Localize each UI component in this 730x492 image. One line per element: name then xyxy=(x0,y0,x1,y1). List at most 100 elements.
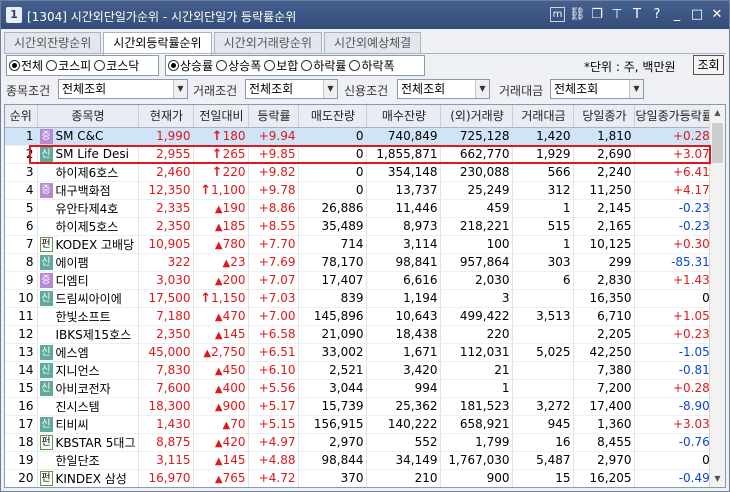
pin-icon[interactable]: ⊤ xyxy=(609,6,625,24)
name-cell[interactable]: 유안타제4호 xyxy=(37,199,140,218)
direction-radio-3[interactable]: 하락률 xyxy=(301,57,346,74)
name-cell[interactable]: 신 SM Life Desi xyxy=(37,145,140,164)
market-radio-2[interactable]: 코스닥 xyxy=(94,57,139,74)
column-header[interactable]: 전일대비 xyxy=(193,105,250,128)
market-radio-0[interactable]: 전체 xyxy=(9,57,43,74)
rate-cell: +4.97 xyxy=(248,433,300,452)
market-radio-1[interactable]: 코스피 xyxy=(46,57,91,74)
up-triangle-icon: ▲ xyxy=(214,240,223,251)
rank-cell: 9 xyxy=(5,271,38,290)
column-header[interactable]: 현재가 xyxy=(138,105,195,128)
table-row[interactable]: 5 유안타제4호 2,335 ▲190 +8.86 26,886 11,446 459 1 2,1… xyxy=(5,199,714,218)
table-row[interactable]: 15 신 아비코전자 7,600 ▲400 +5.56 3,044 994 1 7,200 +0.2… xyxy=(5,379,714,398)
column-header[interactable]: 매도잔량 xyxy=(298,105,368,128)
minimize-icon[interactable]: _ xyxy=(669,6,685,24)
rank-cell: 5 xyxy=(5,199,38,218)
tab-2[interactable]: 시간외거래량순위 xyxy=(213,32,322,54)
name-cell[interactable]: 증 SM C&C xyxy=(37,127,140,146)
tab-1[interactable]: 시간외등락률순위 xyxy=(103,32,212,55)
name-cell[interactable]: 펀 KODEX 고배당 xyxy=(37,235,140,254)
table-row[interactable]: 17 신 티비씨 1,430 ▲70 +5.15 156,915 140,222 658,921… xyxy=(5,415,714,434)
tab-0[interactable]: 시간외잔량순위 xyxy=(4,32,102,54)
maximize-icon[interactable]: □ xyxy=(689,6,705,24)
table-row[interactable]: 8 신 에이팸 322 ▲23 +7.69 78,170 98,841 957,864 303 29… xyxy=(5,253,714,272)
m-icon[interactable]: m xyxy=(550,7,565,22)
volume-cell: 1,767,030 xyxy=(440,451,514,470)
table-row[interactable]: 7 펀 KODEX 고배당 10,905 ▲780 +7.70 714 3,114 100 1 10… xyxy=(5,235,714,254)
close-price-cell: 2,970 xyxy=(573,451,636,470)
table-row[interactable]: 10 신 드림씨아이에 17,500 ↑1,150 +7.03 839 1,194 3 16,35… xyxy=(5,289,714,308)
table-row[interactable]: 16 진시스템 18,300 ▲900 +5.17 15,739 25,362 181,523… xyxy=(5,397,714,416)
close-rate-cell: 0 xyxy=(634,289,714,308)
search-button[interactable]: 조회 xyxy=(693,55,724,75)
table-row[interactable]: 1 증 SM C&C 1,990 ↑180 +9.94 0 740,849 725,128 1,4… xyxy=(5,127,714,146)
stock-condition-select[interactable]: 전체조회 ▼ xyxy=(58,79,188,99)
trade-condition-select[interactable]: 전체조회 ▼ xyxy=(245,79,338,99)
rank-cell: 16 xyxy=(5,397,38,416)
table-row[interactable]: 3 하이제6호스 2,460 ↑220 +9.82 0 354,148 230,088 566 2… xyxy=(5,163,714,182)
table-row[interactable]: 12 IBKS제15호스 2,350 ▲145 +6.58 21,090 18,438 220… xyxy=(5,325,714,344)
name-cell[interactable]: 신 에스엠 xyxy=(37,343,140,362)
stock-name: 티비씨 xyxy=(55,417,89,432)
amount-cell: 312 xyxy=(512,181,575,200)
name-cell[interactable]: 진시스템 xyxy=(37,397,140,416)
name-cell[interactable]: 한일단조 xyxy=(37,451,140,470)
column-header[interactable]: 순위 xyxy=(5,105,38,128)
name-cell[interactable]: 신 에이팸 xyxy=(37,253,140,272)
T-icon[interactable]: T xyxy=(629,6,645,24)
name-cell[interactable]: 신 드림씨아이에 xyxy=(37,289,140,308)
copy-icon[interactable]: ❐ xyxy=(589,6,605,24)
filter-row: 전체 코스피 코스닥 상승률 상승폭 보합 하락률 하락폭 *단위 : 주, 백만원 조회 xyxy=(4,55,726,76)
direction-radio-0[interactable]: 상승률 xyxy=(168,57,213,74)
name-cell[interactable]: 한빛소프트 xyxy=(37,307,140,326)
tab-3[interactable]: 시간외예상체결 xyxy=(323,32,422,54)
name-cell[interactable]: 신 티비씨 xyxy=(37,415,140,434)
table-row[interactable]: 2 신 SM Life Desi 2,955 ↑265 +9.85 0 1,855,871 66… xyxy=(5,145,714,164)
help-icon[interactable]: ? xyxy=(649,6,665,24)
table-row[interactable]: 9 증 디엠티 3,030 ▲200 +7.07 17,407 6,616 2,030 6 2,83… xyxy=(5,271,714,290)
table-row[interactable]: 14 신 지니언스 7,830 ▲450 +6.10 2,521 3,420 21 7,380 -0… xyxy=(5,361,714,380)
scrollbar-thumb[interactable] xyxy=(712,123,723,163)
link-icon[interactable]: ⛓ xyxy=(569,6,586,24)
rank-cell: 12 xyxy=(5,325,38,344)
scroll-down-icon[interactable]: ▼ xyxy=(710,471,725,487)
table-row[interactable]: 4 증 대구백화점 12,350 ↑1,100 +9.78 0 13,737 25,249 312… xyxy=(5,181,714,200)
scroll-up-icon[interactable]: ▲ xyxy=(710,105,725,121)
up-triangle-icon: ▲ xyxy=(214,366,223,377)
name-cell[interactable]: 펀 KBSTAR 5대그 xyxy=(37,433,140,452)
name-cell[interactable]: IBKS제15호스 xyxy=(37,325,140,344)
column-header[interactable]: 당일종가등락률 xyxy=(634,105,714,128)
column-header[interactable]: 등락률 xyxy=(248,105,300,128)
table-row[interactable]: 19 한일단조 3,115 ▲145 +4.88 98,844 34,149 1,767,03… xyxy=(5,451,714,470)
price-cell: 1,430 xyxy=(138,415,195,434)
name-cell[interactable]: 신 아비코전자 xyxy=(37,379,140,398)
column-header[interactable]: 당일종가 xyxy=(573,105,636,128)
direction-radio-1[interactable]: 상승폭 xyxy=(216,57,261,74)
credit-condition-select[interactable]: 전체조회 ▼ xyxy=(397,79,490,99)
table-row[interactable]: 6 하이제5호스 2,350 ▲185 +8.55 35,489 8,973 218,221 5… xyxy=(5,217,714,236)
direction-radio-2[interactable]: 보합 xyxy=(264,57,298,74)
change-value: 190 xyxy=(222,201,246,215)
name-cell[interactable]: 증 대구백화점 xyxy=(37,181,140,200)
amount-condition-select[interactable]: 전체조회 ▼ xyxy=(550,79,644,99)
direction-radio-4[interactable]: 하락폭 xyxy=(349,57,395,74)
table-row[interactable]: 20 펀 KINDEX 삼성 16,970 ▲765 +4.72 370 210 900 15 16… xyxy=(5,469,714,487)
name-cell[interactable]: 증 디엠티 xyxy=(37,271,140,290)
name-cell[interactable]: 하이제5호스 xyxy=(37,217,140,236)
amount-cell: 16 xyxy=(512,433,575,452)
column-header[interactable]: 종목명 xyxy=(37,105,140,128)
amount-cell: 1,420 xyxy=(512,127,575,146)
close-rate-cell: +0.30 xyxy=(634,235,714,254)
column-header[interactable]: 거래대금 xyxy=(512,105,575,128)
close-icon[interactable]: ✕ xyxy=(709,6,725,24)
column-header[interactable]: (외)거래량 xyxy=(440,105,514,128)
ranking-table: 순위 종목명 현재가 전일대비 등락률 매도잔량 매수잔량 (외)거래량 거래대금 당일종가 당일종… xyxy=(5,105,714,487)
name-cell[interactable]: 신 지니언스 xyxy=(37,361,140,380)
table-row[interactable]: 18 펀 KBSTAR 5대그 8,875 ▲420 +4.97 2,970 552 1,799… xyxy=(5,433,714,452)
name-cell[interactable]: 하이제6호스 xyxy=(37,163,140,182)
column-header[interactable]: 매수잔량 xyxy=(366,105,442,128)
table-row[interactable]: 13 신 에스엠 45,000 ▲2,750 +6.51 33,002 1,671 112,03… xyxy=(5,343,714,362)
table-row[interactable]: 11 한빛소프트 7,180 ▲470 +7.00 145,896 10,643 499,42… xyxy=(5,307,714,326)
name-cell[interactable]: 펀 KINDEX 삼성 xyxy=(37,469,140,487)
vertical-scrollbar[interactable]: ▲ ▼ xyxy=(709,105,725,487)
